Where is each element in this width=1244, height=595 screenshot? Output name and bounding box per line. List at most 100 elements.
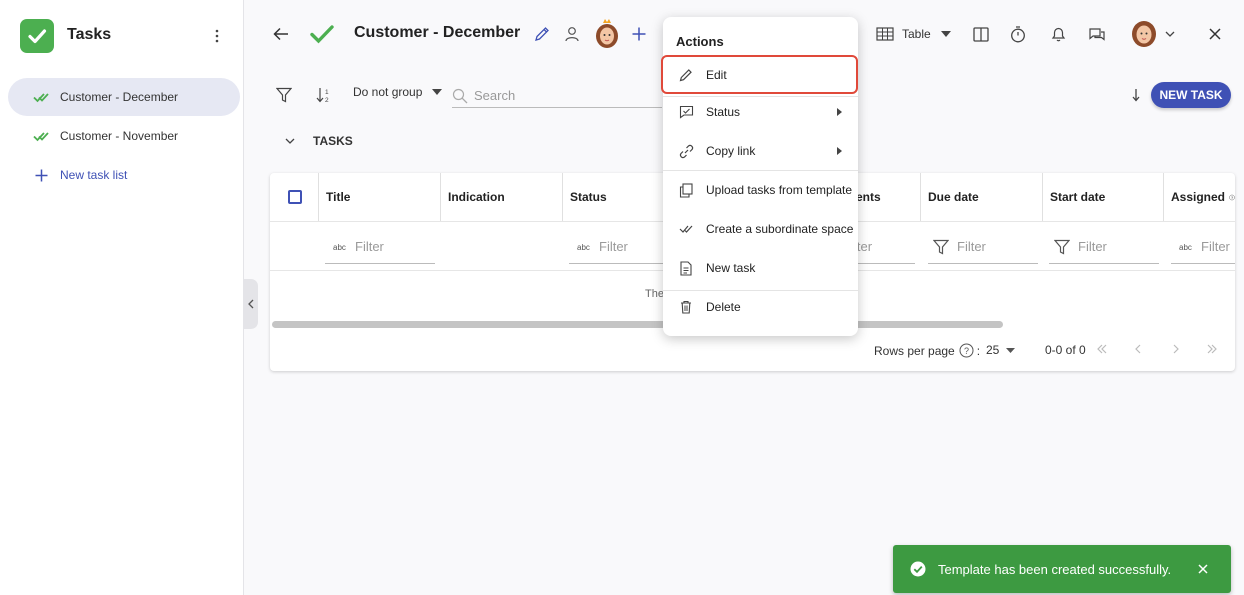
menu-item-copy-link[interactable]: Copy link <box>665 134 856 168</box>
menu-item-upload-tasks-from-template[interactable]: Upload tasks from template <box>665 173 856 207</box>
document-icon <box>678 260 694 276</box>
submenu-arrow-icon <box>837 108 842 116</box>
link-icon <box>678 143 694 159</box>
add-member-plus-icon[interactable] <box>629 24 649 44</box>
comments-filter[interactable]: lter <box>854 230 915 264</box>
owner-avatar[interactable] <box>593 19 621 48</box>
dropdown-arrow-icon <box>432 89 443 95</box>
timer-icon[interactable] <box>1008 24 1028 44</box>
table-icon <box>876 27 894 41</box>
split-view-icon[interactable] <box>971 24 991 44</box>
column-header-title[interactable]: Title <box>319 173 441 221</box>
title-filter[interactable]: abc Filter <box>325 230 435 264</box>
rows-per-page-label: Rows per page <box>874 343 955 358</box>
menu-item-edit[interactable]: Edit <box>661 55 858 94</box>
svg-text:1: 1 <box>325 89 329 96</box>
sidebar-item-customer-november[interactable]: Customer - November <box>8 117 240 155</box>
help-icon: ? <box>1229 194 1235 200</box>
filter-icon <box>933 239 949 254</box>
plus-icon <box>32 166 50 184</box>
next-page-icon[interactable] <box>1172 344 1180 354</box>
menu-item-label: Delete <box>706 300 741 314</box>
column-header-due-date[interactable]: Due date <box>921 173 1043 221</box>
start-date-filter[interactable]: Filter <box>1049 230 1159 264</box>
last-page-icon[interactable] <box>1206 344 1218 354</box>
rows-per-page-value: 25 <box>986 343 1000 357</box>
page-range: 0-0 of 0 <box>1045 343 1086 357</box>
filter-icon[interactable] <box>273 84 295 106</box>
sidebar-item-label: Customer - December <box>60 90 179 104</box>
empty-state-text: The <box>645 288 664 300</box>
due-date-filter[interactable]: Filter <box>928 230 1038 264</box>
person-icon[interactable] <box>562 24 582 44</box>
group-by-select[interactable]: Do not group <box>353 85 443 99</box>
menu-item-delete[interactable]: Delete <box>665 290 856 324</box>
app-title: Tasks <box>67 26 112 43</box>
svg-text:abc: abc <box>1179 243 1192 252</box>
svg-text:abc: abc <box>333 243 346 252</box>
new-task-list-button[interactable]: New task list <box>8 156 240 194</box>
assigned-label: Assigned <box>1171 190 1226 204</box>
view-select[interactable]: Table <box>876 22 951 46</box>
close-icon[interactable] <box>1205 24 1225 44</box>
menu-item-label: Status <box>706 105 741 119</box>
section-title: TASKS <box>313 134 353 148</box>
search-icon <box>452 88 468 103</box>
svg-text:abc: abc <box>577 243 590 252</box>
bell-icon[interactable] <box>1048 24 1068 44</box>
success-toast: Template has been created successfully. <box>893 545 1231 593</box>
pencil-icon <box>678 67 694 83</box>
search-input[interactable] <box>474 88 644 103</box>
text-filter-icon: abc <box>333 243 346 252</box>
back-arrow-icon[interactable] <box>270 23 292 45</box>
tasks-app-logo <box>20 19 54 53</box>
sidebar: Tasks Customer - December Customer - Nov… <box>0 0 244 595</box>
actions-menu-title: Actions <box>676 34 724 49</box>
select-all-checkbox[interactable] <box>288 190 302 204</box>
template-icon <box>678 182 694 198</box>
trash-icon <box>678 299 694 315</box>
chevron-down-icon[interactable] <box>1163 27 1177 41</box>
svg-text:?: ? <box>964 346 969 356</box>
submenu-arrow-icon <box>837 147 842 155</box>
chat-icon[interactable] <box>1087 24 1107 44</box>
toast-message: Template has been created successfully. <box>938 561 1172 577</box>
prev-page-icon[interactable] <box>1134 344 1142 354</box>
chevron-down-icon[interactable] <box>283 134 297 148</box>
rows-per-page-select[interactable]: 25 <box>986 343 1016 357</box>
sort-direction-arrow-icon[interactable] <box>1128 86 1144 104</box>
svg-text:2: 2 <box>325 97 329 104</box>
sort-icon[interactable]: 12 <box>313 84 335 106</box>
more-vert-icon[interactable] <box>208 27 226 45</box>
column-header-partial-text: ents <box>856 190 881 204</box>
rows-per-page: Rows per page ? : <box>874 343 981 358</box>
check-circle-icon <box>910 561 926 577</box>
horizontal-scrollbar[interactable] <box>272 321 1003 328</box>
menu-item-label: Upload tasks from template <box>706 183 853 197</box>
column-header-start-date[interactable]: Start date <box>1043 173 1164 221</box>
user-avatar[interactable] <box>1129 18 1159 48</box>
help-icon: ? <box>959 343 974 358</box>
menu-item-new-task[interactable]: New task <box>665 251 856 285</box>
menu-item-create-subordinate-space[interactable]: Create a subordinate space <box>665 212 856 246</box>
sidebar-item-customer-december[interactable]: Customer - December <box>8 78 240 116</box>
menu-item-label: Create a subordinate space <box>706 222 854 236</box>
search-field[interactable] <box>452 84 662 108</box>
select-all-cell <box>270 173 319 221</box>
menu-item-label: Edit <box>706 67 727 82</box>
new-task-list-label: New task list <box>60 168 128 182</box>
collapse-sidebar-handle[interactable] <box>244 279 258 329</box>
dropdown-arrow-icon <box>1006 347 1016 353</box>
group-by-label: Do not group <box>353 85 423 99</box>
column-header-indication[interactable]: Indication <box>441 173 563 221</box>
toast-close-icon[interactable] <box>1195 561 1211 577</box>
text-filter-icon: abc <box>577 243 590 252</box>
new-task-button[interactable]: NEW TASK <box>1151 82 1231 108</box>
first-page-icon[interactable] <box>1096 344 1108 354</box>
edit-pencil-icon[interactable] <box>532 24 552 44</box>
dropdown-arrow-icon <box>940 31 951 37</box>
assigned-filter[interactable]: abc Filter <box>1171 230 1235 264</box>
text-filter-icon: abc <box>1179 243 1192 252</box>
menu-item-status[interactable]: Status <box>665 95 856 129</box>
column-header-assigned[interactable]: Assigned ? <box>1164 173 1235 221</box>
